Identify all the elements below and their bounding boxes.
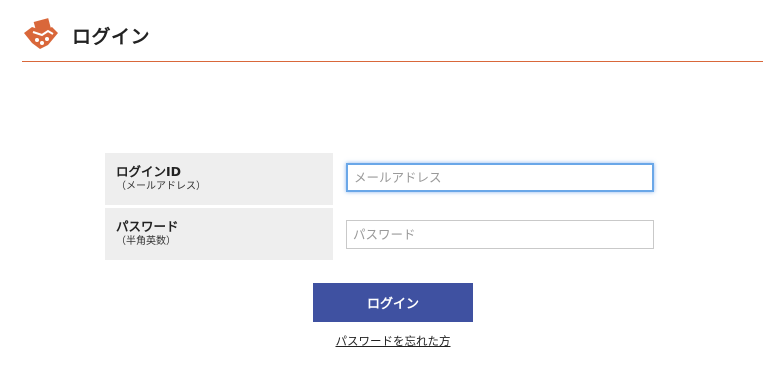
email-input[interactable] — [346, 163, 654, 192]
login-id-row: ログインID （メールアドレス） — [105, 153, 668, 205]
login-id-sublabel: （メールアドレス） — [116, 181, 206, 192]
forgot-password-link[interactable]: パスワードを忘れた方 — [313, 333, 473, 349]
password-label-cell: パスワード （半角英数） — [105, 208, 333, 260]
login-form: ログインID （メールアドレス） パスワード （半角英数） — [105, 153, 668, 260]
handshake-icon — [24, 18, 58, 49]
login-id-input-cell — [333, 153, 668, 205]
page-header: ログイン — [22, 14, 763, 62]
password-sublabel: （半角英数） — [116, 236, 176, 247]
login-page: ログイン ログインID （メールアドレス） パスワード （半角英数） ログイン … — [0, 0, 783, 371]
password-input[interactable] — [346, 220, 654, 249]
login-id-label: ログインID — [116, 164, 182, 179]
password-label: パスワード — [116, 219, 179, 234]
page-title: ログイン — [72, 26, 151, 48]
password-input-cell — [333, 208, 668, 260]
login-id-label-cell: ログインID （メールアドレス） — [105, 153, 333, 205]
login-button[interactable]: ログイン — [313, 283, 473, 322]
password-row: パスワード （半角英数） — [105, 208, 668, 260]
